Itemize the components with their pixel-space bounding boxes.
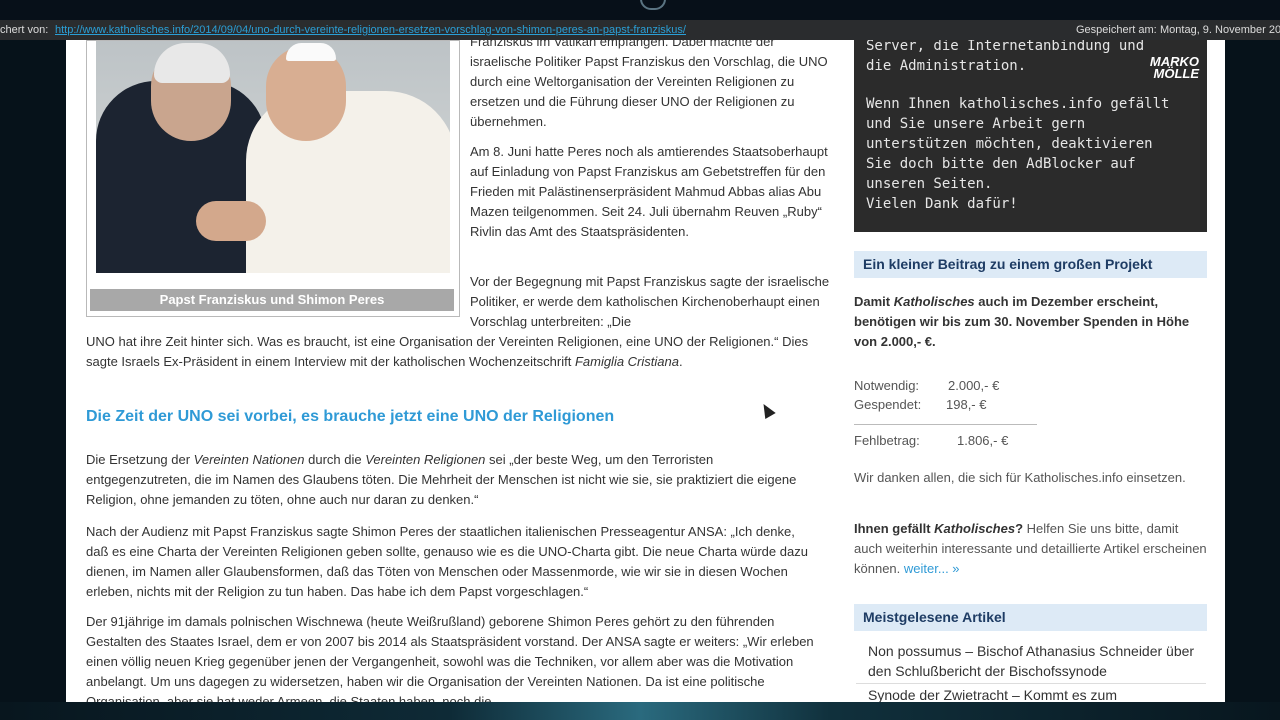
article-paragraph-5: Nach der Audienz mit Papst Franziskus sa… — [86, 522, 814, 602]
adblock-notice-box: Server, die Internetanbindung und die Ad… — [854, 40, 1207, 232]
thanks-text: Wir danken allen, die sich für Katholisc… — [854, 468, 1207, 488]
saved-date: Montag, 9. November 201 — [1160, 20, 1280, 40]
top-video-strip — [0, 0, 1280, 20]
sum-divider — [854, 424, 1037, 425]
donation-text: Damit Katholisches auch im Dezember ersc… — [854, 292, 1207, 352]
article-divider — [856, 683, 1206, 684]
figure-caption: Papst Franziskus und Shimon Peres — [90, 289, 454, 311]
article-subheading: Die Zeit der UNO sei vorbei, es brauche … — [86, 408, 614, 426]
watermark-logo: MARKOMÖLLE — [1150, 56, 1199, 80]
article-paragraph-2: Am 8. Juni hatte Peres noch als amtieren… — [470, 142, 830, 242]
adblock-text-2: Wenn Ihnen katholisches.info gefällt und… — [866, 94, 1186, 194]
article-paragraph-3-bottom: UNO hat ihre Zeit hinter sich. Was es br… — [86, 332, 814, 372]
archive-bar: chert von: http://www.katholisches.info/… — [0, 20, 1280, 40]
article-paragraph-3-top: Vor der Begegnung mit Papst Franziskus s… — [470, 272, 830, 332]
mouse-cursor-icon — [758, 401, 775, 419]
more-link[interactable]: weiter... » — [904, 561, 960, 576]
popular-article-link[interactable]: Synode der Zwietracht – Kommt es zum — [868, 685, 1208, 702]
article-paragraph-1: Franziskus im Vatikan empfangen. Dabei m… — [470, 40, 830, 132]
article-figure: Papst Franziskus und Shimon Peres — [86, 40, 460, 317]
adblock-text-3: Vielen Dank dafür! — [866, 194, 1186, 214]
adblock-text-1: Server, die Internetanbindung und die Ad… — [866, 40, 1156, 76]
popular-article-link[interactable]: Non possumus – Bischof Athanasius Schnei… — [868, 641, 1208, 681]
archive-url-link[interactable]: http://www.katholisches.info/2014/09/04/… — [55, 20, 686, 40]
saved-label: Gespeichert am: — [1076, 20, 1157, 40]
channel-glyph-icon — [640, 0, 666, 10]
peres-pope-photo[interactable] — [96, 41, 450, 273]
article-paragraph-4: Die Ersetzung der Vereinten Nationen dur… — [86, 450, 814, 510]
magazine-name: Famiglia Cristiana — [575, 354, 679, 369]
popular-articles-heading: Meistgelesene Artikel — [854, 604, 1207, 631]
donation-heading: Ein kleiner Beitrag zu einem großen Proj… — [854, 251, 1207, 278]
bottom-video-strip — [0, 702, 1280, 720]
help-text: Ihnen gefällt Katholisches? Helfen Sie u… — [854, 519, 1207, 579]
web-page: Papst Franziskus und Shimon Peres Franzi… — [66, 40, 1225, 702]
archive-label: chert von: — [0, 20, 48, 40]
article-paragraph-6: Der 91jährige im damals polnischen Wisch… — [86, 612, 814, 702]
